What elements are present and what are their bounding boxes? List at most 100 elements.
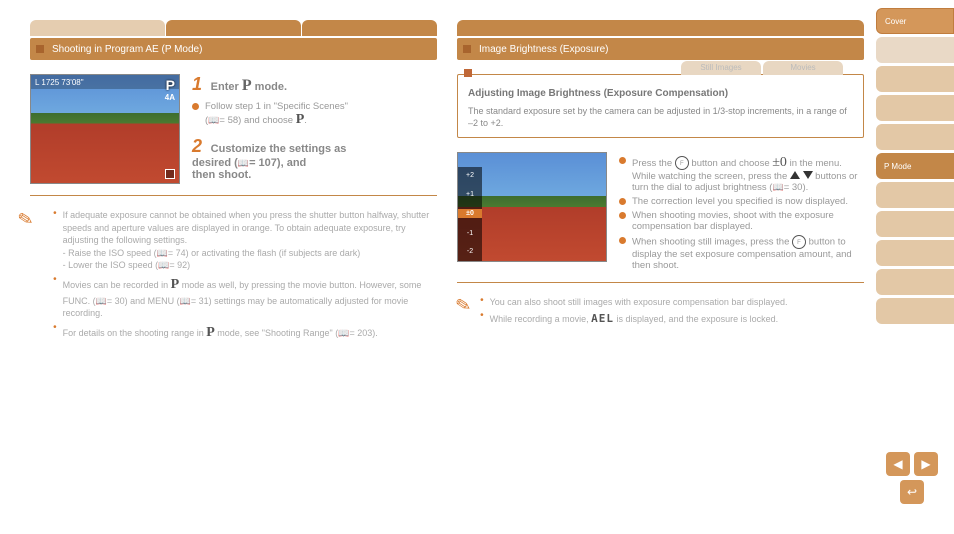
step1-ref-suffix: .	[304, 115, 307, 126]
sidebar-tab-pmode[interactable]: P Mode	[876, 153, 954, 179]
step-number-2: 2	[192, 136, 202, 156]
sidebar-tab-2[interactable]	[876, 66, 954, 92]
ev-minus2: -2	[458, 248, 482, 255]
left-header-bar: Shooting in Program AE (P Mode)	[30, 38, 437, 60]
sidebar-tab-4[interactable]	[876, 124, 954, 150]
ra2: button and choose	[691, 158, 772, 169]
sidebar-tab-8[interactable]	[876, 240, 954, 266]
header-square-icon	[463, 45, 471, 53]
sidebar-tab-cover[interactable]: Cover	[876, 8, 954, 34]
step2-mid: desired (	[192, 157, 238, 169]
note1-d-page: = 92	[169, 260, 187, 270]
lcd-top-readout: L 1725 73'08"	[31, 75, 179, 89]
ev-zero-inline: ±0	[772, 155, 787, 170]
note2-ref2: = 31	[191, 296, 209, 306]
bullet-icon	[619, 237, 626, 244]
note1-a: If adequate exposure cannot be obtained …	[63, 210, 430, 245]
ra6: ).	[802, 182, 808, 193]
left-tab-1[interactable]	[30, 20, 165, 36]
bullet-icon	[619, 212, 626, 219]
note1-b: - Raise the ISO speed (	[63, 248, 157, 258]
section-desc: The standard exposure set by the camera …	[468, 105, 853, 129]
step1-page: = 58	[219, 115, 238, 126]
nav-next-button[interactable]: ▶	[914, 452, 938, 476]
note3-end: .	[375, 328, 378, 338]
bullet-icon	[192, 103, 199, 110]
ev-scale-bar: +2 +1 ±0 -1 -2	[458, 167, 482, 261]
note2: Movies can be recorded in	[63, 280, 171, 290]
right-top-tabs	[457, 20, 864, 36]
section-marker-icon	[464, 69, 472, 77]
nav-back-button[interactable]: ↩	[900, 480, 924, 504]
rc: When shooting movies, shoot with the exp…	[632, 210, 864, 232]
down-arrow-icon	[803, 171, 813, 179]
right-steps: Press the F button and choose ±0 in the …	[619, 152, 864, 274]
nav-prev-button[interactable]: ◀	[886, 452, 910, 476]
subtab-movies[interactable]: Movies	[763, 61, 843, 75]
book-icon[interactable]: 📖	[158, 260, 169, 270]
left-tab-3[interactable]	[302, 20, 437, 36]
ev-zero: ±0	[458, 209, 482, 218]
ra5: dial to adjust brightness (	[667, 182, 773, 193]
rn2b: is displayed, and the exposure is locked…	[614, 314, 778, 324]
left-tab-2[interactable]	[166, 20, 301, 36]
lcd-mode-indicator: P	[166, 77, 175, 93]
sidebar-tab-3[interactable]	[876, 95, 954, 121]
rn1: You can also shoot still images with exp…	[490, 296, 788, 309]
ev-minus1: -1	[458, 230, 482, 237]
book-icon[interactable]: 📖	[338, 328, 349, 338]
left-column: Shooting in Program AE (P Mode) L 1725 7…	[30, 20, 437, 345]
sidebar-tab-10[interactable]	[876, 298, 954, 324]
right-sidebar: Cover P Mode	[876, 8, 954, 324]
step2-pages: = 107	[249, 157, 277, 169]
right-section-box: Still Images Movies Adjusting Image Brig…	[457, 74, 864, 138]
note1-b-end: ) or activating the flash (if subjects	[186, 248, 322, 258]
rb: The correction level you specified is no…	[632, 196, 848, 207]
step2-suffix: ), and	[277, 157, 306, 169]
left-notes: ✎ • If adequate exposure cannot be obtai…	[30, 206, 437, 345]
step2-end: then shoot.	[192, 169, 251, 181]
book-icon[interactable]: 📖	[208, 115, 219, 125]
note1-d: - Lower the ISO speed (	[63, 260, 159, 270]
note3-mid: mode, see "Shooting Range"	[215, 328, 333, 338]
note2-P: P	[171, 277, 180, 292]
bullet-icon	[619, 157, 626, 164]
step1-prefix: Enter	[211, 81, 242, 93]
book-icon[interactable]: 📖	[238, 158, 249, 168]
bullet-icon	[619, 198, 626, 205]
pencil-note-icon: ✎	[453, 292, 475, 331]
right-header-text: Image Brightness (Exposure)	[479, 44, 609, 55]
lcd-bottom-icon	[165, 169, 175, 179]
func-set-button-icon: F	[792, 235, 806, 249]
note2-ref1: = 30	[107, 296, 125, 306]
book-icon[interactable]: 📖	[772, 182, 783, 192]
sidebar-tab-7[interactable]	[876, 211, 954, 237]
left-header-text: Shooting in Program AE (P Mode)	[52, 44, 202, 55]
book-icon[interactable]: 📖	[180, 296, 191, 306]
ev-plus2: +2	[458, 172, 482, 179]
rn2a: While recording a movie,	[490, 314, 592, 324]
step-number-1: 1	[192, 74, 202, 94]
sidebar-tab-6[interactable]	[876, 182, 954, 208]
ra1: Press the	[632, 158, 675, 169]
right-tab-main[interactable]	[457, 20, 864, 36]
sidebar-tab-1[interactable]	[876, 37, 954, 63]
ev-plus1: +1	[458, 191, 482, 198]
section-title: Adjusting Image Brightness (Exposure Com…	[468, 87, 853, 101]
sidebar-tab-9[interactable]	[876, 269, 954, 295]
note2-mid2: ) and MENU (	[125, 296, 180, 306]
step1-P: P	[296, 112, 305, 127]
left-top-tabs	[30, 20, 437, 36]
book-icon[interactable]: 📖	[157, 248, 168, 258]
step1-mode: P	[242, 77, 252, 94]
left-steps: 1 Enter P mode. Follow step 1 in "Specif…	[192, 74, 437, 187]
note3-P: P	[206, 325, 215, 340]
camera-lcd-right: +2 +1 ±0 -1 -2	[457, 152, 607, 262]
section-subtabs: Still Images Movies	[681, 61, 843, 75]
subtab-still[interactable]: Still Images	[681, 61, 761, 75]
camera-lcd-left: L 1725 73'08" P 4A	[30, 74, 180, 184]
func-set-button-icon: F	[675, 156, 689, 170]
ael-label: AEL	[591, 312, 614, 325]
right-header-bar: Image Brightness (Exposure)	[457, 38, 864, 60]
book-icon[interactable]: 📖	[96, 296, 107, 306]
